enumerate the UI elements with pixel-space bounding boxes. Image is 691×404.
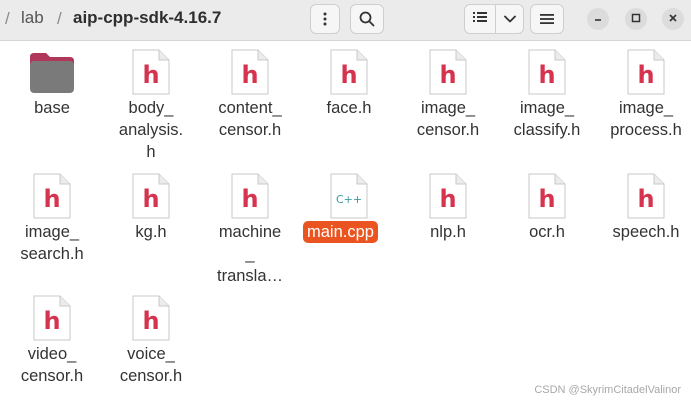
file-name-label: video_ censor.h [20,345,84,385]
file-name-label: image_ censor.h [416,99,480,139]
header-file-glyph: h [43,185,60,213]
header-file-icon: h [228,171,272,221]
file-grid: base h body_ analysis. h h content_ censor.h… [0,41,691,404]
header-file-glyph: h [142,61,159,89]
file-name-label: machine _ transla… [216,223,284,285]
file-name-label: speech.h [612,223,680,241]
breadcrumb-item-current[interactable]: aip-cpp-sdk-4.16.7 [73,8,221,28]
main-menu-button[interactable] [530,4,564,34]
file-name-label: body_ analysis. h [118,99,184,161]
file-name-label: ocr.h [529,223,565,241]
close-icon [668,10,678,28]
header-file-icon: h [129,171,173,221]
header-file-icon: h [426,47,470,97]
file-name-label: kg.h [135,223,167,241]
header-file-glyph: h [340,61,357,89]
header-file-icon: h [525,47,569,97]
cpp-file-glyph: C++ [336,193,362,206]
file-name-label: base [34,99,70,117]
view-toggle [464,4,524,34]
list-view-icon [473,10,487,28]
breadcrumb-separator: / [57,9,62,28]
view-options-button[interactable] [496,5,524,33]
header-file-glyph: h [241,185,258,213]
file-name-label: nlp.h [430,223,466,241]
search-button[interactable] [350,4,384,34]
header-file-glyph: h [142,307,159,335]
header-file-glyph: h [142,185,159,213]
search-icon [359,11,375,27]
file-name-label: content_ censor.h [218,99,282,139]
watermark: CSDN @SkyrimCitadelValinor [534,384,681,396]
file-name-label: voice_ censor.h [119,345,183,385]
header-file-icon: h [30,171,74,221]
folder-icon [28,51,76,101]
maximize-button[interactable] [625,8,647,30]
header-file-icon: h [525,171,569,221]
header-file-glyph: h [241,61,258,89]
header-bar: / lab / aip-cpp-sdk-4.16.7 [0,0,691,41]
list-view-button[interactable] [465,5,495,33]
header-file-glyph: h [538,61,555,89]
header-file-icon: h [624,171,668,221]
header-file-icon: h [228,47,272,97]
cpp-file-icon: C++ [327,171,371,221]
header-file-icon: h [426,171,470,221]
vertical-ellipsis-icon [323,12,327,26]
header-file-glyph: h [439,61,456,89]
breadcrumb-item-lab[interactable]: lab [21,8,44,28]
file-name-label: image_ search.h [20,223,84,263]
file-name-label: image_ classify.h [513,99,581,139]
chevron-down-icon [504,10,516,28]
file-name-label: image_ process.h [610,99,682,139]
minimize-icon [593,10,603,28]
folder-menu-button[interactable] [310,4,340,34]
minimize-button[interactable] [587,8,609,30]
header-file-icon: h [624,47,668,97]
header-file-glyph: h [538,185,555,213]
file-name-label: face.h [326,99,372,117]
breadcrumb-separator: / [5,9,10,28]
header-file-icon: h [129,47,173,97]
close-button[interactable] [662,8,684,30]
header-file-glyph: h [43,307,60,335]
header-file-icon: h [30,293,74,343]
header-file-icon: h [129,293,173,343]
maximize-icon [631,10,641,28]
header-file-glyph: h [439,185,456,213]
header-file-icon: h [327,47,371,97]
file-name-label: main.cpp [303,221,378,243]
header-file-glyph: h [637,61,654,89]
header-file-glyph: h [637,185,654,213]
hamburger-menu-icon [540,13,554,25]
